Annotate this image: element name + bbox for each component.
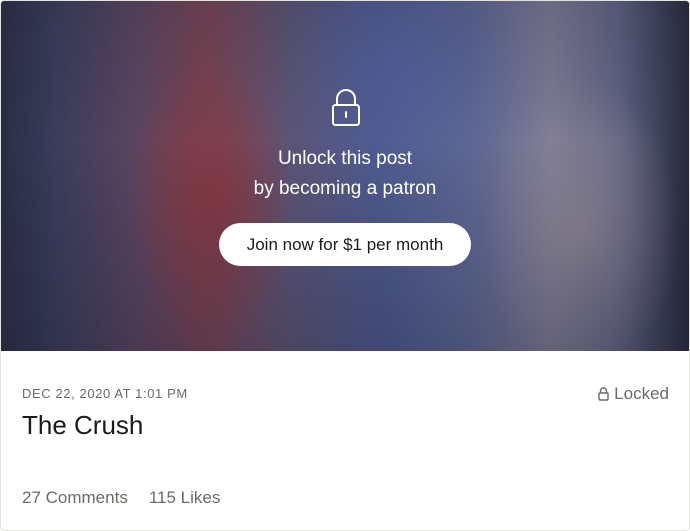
unlock-subtitle: by becoming a patron xyxy=(253,178,437,199)
post-card: Unlock this post by becoming a patron Jo… xyxy=(0,0,690,531)
locked-label: Locked xyxy=(614,384,669,403)
lock-icon xyxy=(598,387,609,401)
post-date: DEC 22, 2020 AT 1:01 PM xyxy=(22,386,188,401)
join-now-button[interactable]: Join now for $1 per month xyxy=(219,223,471,266)
locked-badge: Locked xyxy=(598,384,669,404)
post-title[interactable]: The Crush xyxy=(22,407,143,443)
post-stats: 27 Comments 115 Likes xyxy=(22,488,241,508)
likes-link[interactable]: 115 Likes xyxy=(149,488,221,508)
unlock-title: Unlock this post xyxy=(277,148,413,169)
comments-link[interactable]: 27 Comments xyxy=(22,488,128,508)
lock-icon xyxy=(331,89,361,127)
locked-preview-image: Unlock this post by becoming a patron Jo… xyxy=(1,1,689,351)
